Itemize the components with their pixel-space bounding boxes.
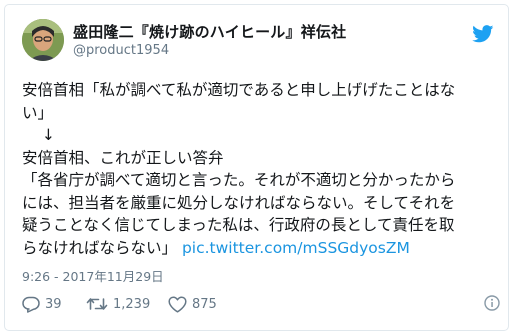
tweet-text-end: らなければならない」 — [22, 238, 178, 257]
like-button[interactable]: 875 — [168, 293, 217, 315]
tweet-text-line: 疑うことなく信じてしまった私は、行政府の長として責任を取 — [22, 216, 455, 234]
media-link[interactable]: pic.twitter.com/mSSGdyosZM — [182, 239, 410, 257]
retweet-count: 1,239 — [113, 296, 151, 312]
tweet-timestamp[interactable]: 9:26 - 2017年11月29日 — [22, 266, 164, 285]
reply-icon — [22, 296, 40, 313]
author-name[interactable]: 盛田隆二『焼け跡のハイヒール』祥伝社 — [73, 21, 346, 42]
author-handle[interactable]: @product1954 — [73, 43, 169, 58]
down-arrow: ↓ — [42, 126, 55, 144]
tweet-text-line-last: らなければならない」 pic.twitter.com/mSSGdyosZM — [22, 237, 500, 260]
tweet-card: 盛田隆二『焼け跡のハイヒール』祥伝社 @product1954 安倍首相「私が調… — [4, 4, 509, 331]
tweet-text-line: 安倍首相「私が調べて私が適切であると申し上げげたことはな — [22, 81, 456, 99]
tweet-actions: 39 1,239 875 — [22, 293, 500, 315]
like-count: 875 — [192, 296, 217, 312]
tweet-text-line: 「各省庁が調べて適切と言った。それが不適切と分かったから — [22, 171, 456, 189]
retweet-button[interactable]: 1,239 — [86, 293, 150, 315]
tweet-text-line: 安倍首相、これが正しい答弁 — [22, 148, 224, 167]
tweet-text-line: い」 — [22, 103, 54, 122]
reply-button[interactable]: 39 — [22, 293, 62, 315]
info-icon[interactable] — [484, 295, 500, 315]
tweet-text: 安倍首相「私が調べて私が適切であると申し上げげたことはな い」 ↓ 安倍首相、こ… — [22, 79, 500, 259]
author-avatar[interactable] — [22, 19, 64, 61]
tweet-text-line: には、担当者を厳重に処分しなければならない。そしてそれを — [22, 193, 456, 212]
reply-count: 39 — [45, 296, 62, 312]
heart-icon — [168, 295, 187, 313]
retweet-icon — [86, 298, 108, 310]
twitter-bird-icon[interactable] — [472, 25, 494, 43]
